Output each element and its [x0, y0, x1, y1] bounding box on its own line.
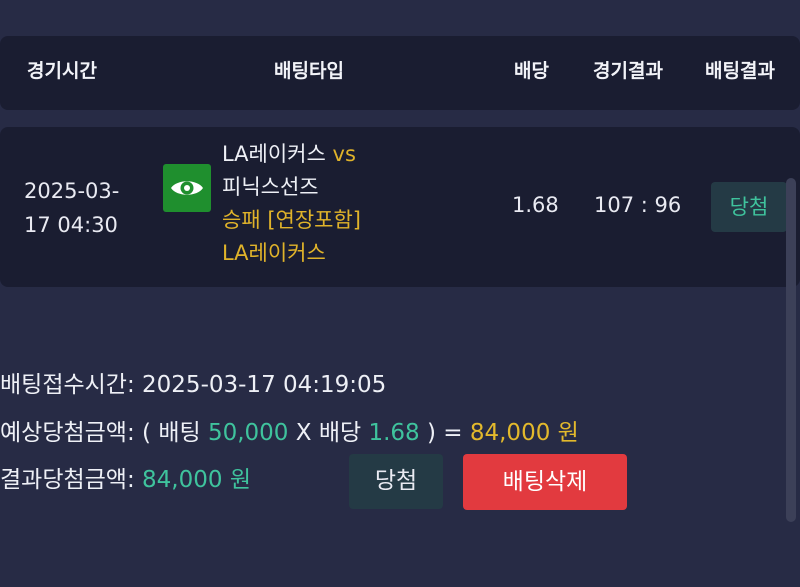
- win-button[interactable]: 당첨: [349, 454, 443, 509]
- expected-odds: 1.68: [368, 420, 420, 446]
- result-amount-line: 결과당첨금액: 84,000 원: [0, 465, 251, 495]
- times-label: X 배당: [295, 420, 362, 446]
- received-value: 2025-03-17 04:19:05: [142, 372, 387, 398]
- received-label: 배팅접수시간:: [0, 372, 135, 398]
- result-amount: 84,000 원: [142, 467, 251, 493]
- bet-type: LA레이커스 vs 피닉스선즈 승패 [연장포함] LA레이커스: [222, 138, 361, 270]
- bet-result-badge: 당첨: [711, 182, 787, 232]
- delete-bet-button[interactable]: 배팅삭제: [463, 454, 627, 510]
- expected-open: ( 배팅: [142, 420, 201, 446]
- eye-icon[interactable]: [163, 164, 211, 212]
- game-time-date: 2025-03-: [24, 179, 120, 203]
- expected-amount-line: 예상당첨금액: ( 배팅 50,000 X 배당 1.68 ) = 84,000…: [0, 418, 579, 448]
- vs-label: vs: [332, 142, 356, 166]
- eye-icon-graphic: [171, 181, 203, 195]
- expected-amount: 84,000 원: [469, 420, 579, 446]
- match-home-line: LA레이커스 vs: [222, 138, 361, 171]
- market-label: 승패 [연장포함]: [222, 208, 361, 232]
- header-game-result: 경기결과: [593, 60, 663, 82]
- expected-label: 예상당첨금액:: [0, 420, 135, 446]
- game-score: 107 : 96: [594, 193, 682, 217]
- pick-label: LA레이커스: [222, 241, 326, 265]
- header-game-time: 경기시간: [27, 60, 97, 82]
- received-time-line: 배팅접수시간: 2025-03-17 04:19:05: [0, 370, 386, 400]
- scrollbar[interactable]: [786, 178, 796, 522]
- game-time-clock: 17 04:30: [24, 213, 118, 237]
- game-time: 2025-03- 17 04:30: [24, 174, 134, 242]
- table-header: [0, 36, 800, 110]
- team-away: 피닉스선즈: [222, 175, 319, 199]
- result-label: 결과당첨금액:: [0, 467, 135, 493]
- header-odds: 배당: [514, 60, 549, 82]
- odds-value: 1.68: [512, 193, 559, 217]
- expected-close: ) =: [426, 420, 463, 446]
- stake-value: 50,000: [207, 420, 289, 446]
- header-bet-result: 배팅결과: [705, 60, 775, 82]
- team-home: LA레이커스: [222, 142, 326, 166]
- header-bet-type: 배팅타입: [274, 60, 344, 82]
